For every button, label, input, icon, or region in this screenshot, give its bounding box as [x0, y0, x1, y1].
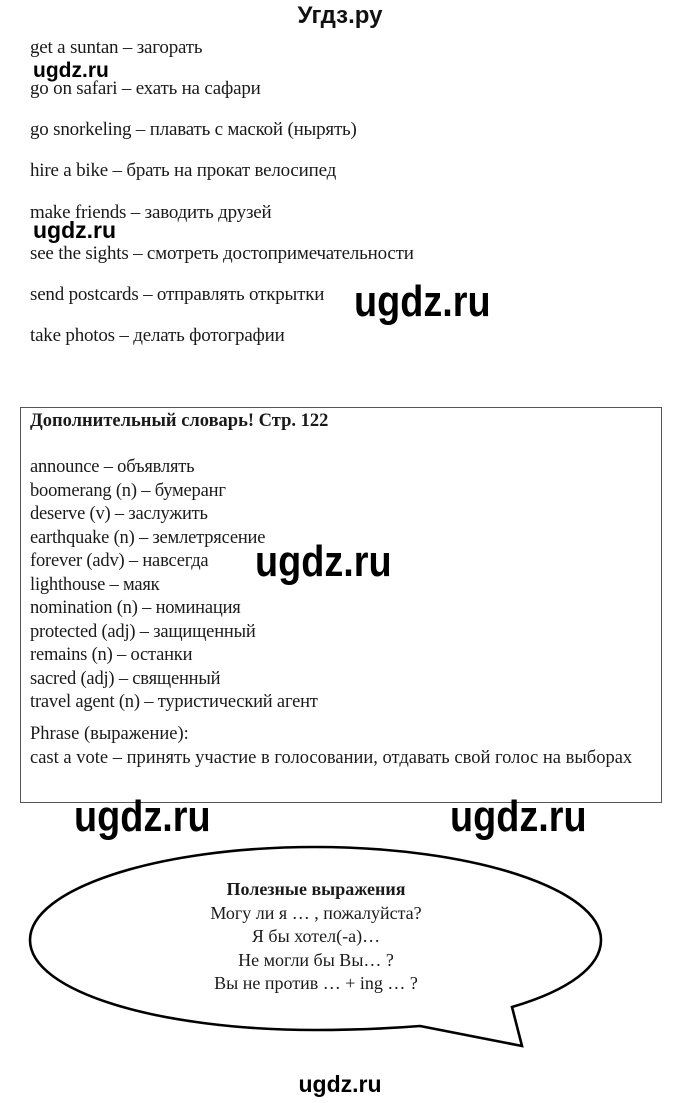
watermark: ugdz.ru [33, 217, 117, 243]
page-header-title: Угдз.ру [297, 2, 383, 29]
bubble-line: Я бы хотел(-а)… [251, 926, 381, 946]
phrase-text: cast a vote – принять участие в голосова… [30, 748, 633, 768]
watermark: ugdz.ru [450, 792, 587, 841]
footer-watermark: ugdz.ru [298, 1071, 382, 1097]
speech-bubble-content: Полезные выражения Могу ли я … , пожалуй… [30, 878, 602, 996]
bubble-line: Вы не против … + ing … ? [214, 973, 418, 993]
additional-vocabulary-box: Дополнительный словарь! Стр. 122 announc… [20, 407, 662, 803]
vocab-item: travel agent (n) – туристический агент [30, 692, 318, 712]
phrase-item: send postcards – отправлять открытки [30, 284, 325, 305]
vocab-item: sacred (adj) – священный [30, 668, 221, 689]
bubble-line: Не могли бы Вы… ? [238, 949, 394, 970]
vocab-item: protected (adj) – защищенный [30, 621, 256, 642]
phrase-label: Phrase (выражение): [30, 724, 189, 744]
vocab-box-title: Дополнительный словарь! Стр. 122 [30, 411, 329, 431]
vocab-item: boomerang (n) – бумеранг [30, 480, 226, 501]
vocab-item: deserve (v) – заслужить [30, 504, 208, 524]
vocab-item: remains (n) – останки [30, 645, 193, 665]
phrase-item: hire a bike – брать на прокат велосипед [30, 160, 337, 181]
watermark: ugdz.ru [354, 277, 491, 326]
watermark: ugdz.ru [74, 792, 211, 841]
bubble-title: Полезные выражения [226, 879, 406, 899]
watermark: ugdz.ru [255, 537, 392, 586]
vocab-item: announce – объявлять [30, 457, 195, 477]
phrase-item: take photos – делать фотографии [30, 325, 285, 346]
phrase-item: see the sights – смотреть достопримечате… [30, 243, 414, 264]
phrase-item: get a suntan – загорать [30, 37, 203, 58]
watermark: ugdz.ru [33, 59, 109, 82]
bubble-line: Могу ли я … , пожалуйста? [210, 902, 422, 923]
phrase-item: go snorkeling – плавать с маской (нырять… [30, 119, 357, 140]
vocab-item: nomination (n) – номинация [30, 598, 241, 618]
